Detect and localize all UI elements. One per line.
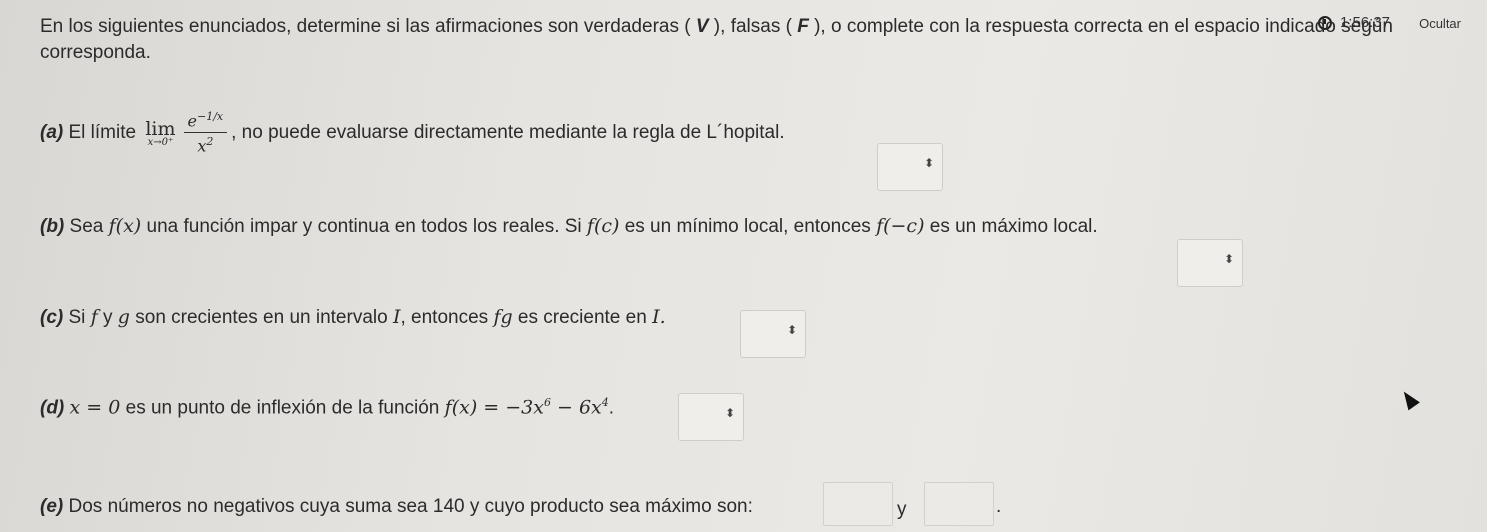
select-arrows-icon: ⬍ [923, 156, 934, 170]
question-a-text-1: El límite [63, 121, 142, 143]
question-d-math-1: x = 0 [69, 396, 121, 419]
answer-e-input-1[interactable] [823, 482, 893, 526]
numerator: e [187, 111, 197, 131]
question-c-text-5: es creciente en [512, 307, 653, 328]
question-c-text-1: Si [63, 307, 91, 328]
question-b-text-3: es un mínimo local, entonces [619, 216, 877, 237]
question-d-text-1: es un punto de inflexión de la función [120, 397, 445, 419]
question-d-label: (d) [40, 397, 65, 419]
question-c-math-5: I. [652, 306, 666, 328]
question-b-label: (b) [40, 216, 65, 237]
limit-subscript: x→0⁺ [147, 136, 174, 148]
question-c-text-2: y [97, 307, 118, 328]
question-e-period: . [996, 496, 1002, 517]
question-c-text-3: son crecientes en un intervalo [129, 307, 393, 328]
intro-v: V [695, 16, 709, 37]
intro-text-1: En los siguientes enunciados, determine … [40, 16, 696, 37]
question-d-text-2: . [608, 397, 615, 419]
answer-b-select[interactable]: ⬍ [1177, 239, 1243, 287]
question-e-text: Dos números no negativos cuya suma sea 1… [63, 496, 753, 517]
question-a-text-2: , no puede evaluarse directamente median… [231, 121, 785, 143]
question-d: (d) x = 0 es un punto de inflexión de la… [40, 396, 614, 419]
select-arrows-icon: ⬍ [1223, 252, 1234, 266]
question-b-math-2: f(c) [586, 215, 620, 237]
select-arrows-icon: ⬍ [724, 406, 735, 420]
question-e: (e) Dos números no negativos cuya suma s… [40, 496, 753, 518]
answer-c-select[interactable]: ⬍ [740, 310, 806, 358]
intro-text-2: ), falsas ( [708, 16, 798, 37]
question-d-math-3: − 6x [550, 396, 602, 419]
select-arrows-icon: ⬍ [786, 323, 797, 337]
fraction: e−1/x x2 [183, 110, 228, 156]
question-b-text-1: Sea [64, 216, 109, 237]
question-c-text-4: , entonces [400, 307, 494, 328]
question-c-math-4: fg [493, 306, 513, 328]
question-b: (b) Sea f(x) una función impar y continu… [40, 215, 1098, 238]
answer-a-select[interactable]: ⬍ [877, 143, 943, 191]
question-d-exponent-2: 4 [601, 396, 609, 409]
answer-e-input-2[interactable] [924, 482, 994, 526]
question-b-math-1: f(x) [108, 215, 142, 237]
intro-f: F [797, 16, 809, 37]
question-b-math-3: f(−c) [876, 215, 925, 237]
limit-expression: lim x→0⁺ [145, 118, 175, 148]
intro-text-3: ), o complete con la respuesta correcta … [808, 16, 1393, 37]
question-d-math-2: f(x) = −3x [444, 396, 544, 419]
question-c: (c) Si f y g son crecientes en un interv… [40, 306, 666, 329]
numerator-exponent: −1/x [197, 110, 224, 123]
mouse-cursor-icon [1398, 387, 1420, 411]
question-b-text-4: es un máximo local. [924, 216, 1098, 237]
question-e-conjunction: y [897, 499, 907, 520]
question-a: (a) El límite lim x→0⁺ e−1/x x2 , no puede e… [40, 110, 785, 156]
denominator-exponent: 2 [206, 135, 214, 149]
instructions: En los siguientes enunciados, determine … [40, 14, 1460, 66]
question-b-text-2: una función impar y continua en todos lo… [141, 216, 587, 237]
question-a-label: (a) [40, 121, 64, 143]
answer-d-select[interactable]: ⬍ [678, 393, 744, 441]
question-c-math-2: g [117, 306, 130, 328]
question-d-exponent-1: 6 [543, 396, 551, 409]
question-c-label: (c) [40, 307, 64, 328]
denominator: x [197, 136, 207, 156]
intro-text-4: corresponda. [40, 42, 151, 63]
question-c-math-1: f [90, 306, 98, 328]
question-e-label: (e) [40, 496, 64, 517]
